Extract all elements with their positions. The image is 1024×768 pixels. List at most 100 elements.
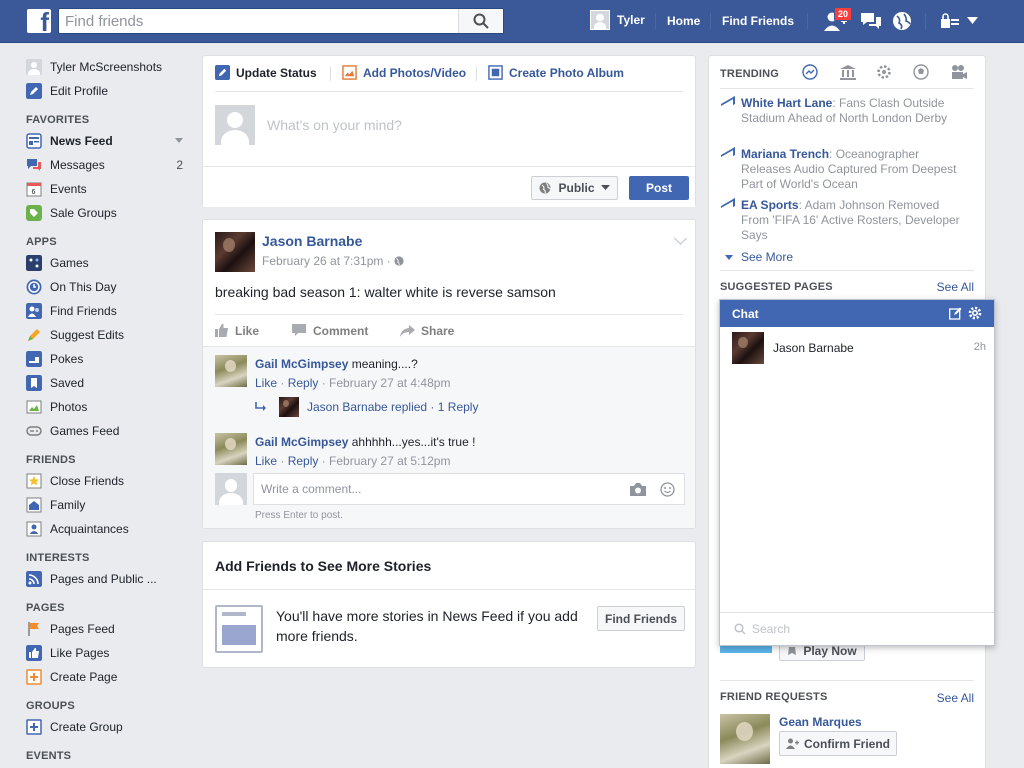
comment-button[interactable]: Comment: [292, 324, 400, 338]
privacy-lock-icon[interactable]: [940, 13, 960, 29]
write-comment-box: [253, 473, 685, 505]
messages-icon[interactable]: [859, 11, 883, 31]
sidebar-item-suggest-edits[interactable]: Suggest Edits: [26, 323, 188, 347]
tab-add-photos-video[interactable]: Add Photos/Video: [342, 65, 466, 80]
facebook-logo[interactable]: f: [27, 9, 51, 33]
friend-request-name[interactable]: Gean Marques: [779, 715, 862, 729]
left-nav-profile[interactable]: Tyler McScreenshots: [26, 55, 188, 79]
trending-item[interactable]: White Hart Lane: Fans Clash Outside Stad…: [720, 96, 970, 126]
comment-author-avatar[interactable]: [215, 355, 247, 387]
news-feed-illustration-icon: [215, 605, 263, 653]
nav-find-friends-link[interactable]: Find Friends: [722, 14, 794, 28]
comment-input[interactable]: [254, 475, 630, 503]
bookmark-icon: [26, 375, 42, 391]
sidebar-item-family[interactable]: Family: [26, 493, 188, 517]
sidebar-item-label: Games: [50, 256, 89, 270]
sidebar-item-pages-feed[interactable]: Pages Feed: [26, 617, 188, 641]
photo-video-icon: [342, 65, 357, 80]
chat-contact-last-active: 2h: [973, 341, 986, 353]
clock-history-icon: [26, 279, 42, 295]
comment-body: Gail McGimpsey ahhhhh...yes...it's true …: [255, 434, 675, 450]
chat-title: Chat: [732, 307, 759, 321]
sidebar-item-like-pages[interactable]: Like Pages: [26, 641, 188, 665]
tab-create-photo-album[interactable]: Create Photo Album: [488, 65, 624, 80]
post-options-chevron-icon[interactable]: [674, 232, 687, 245]
replies-summary[interactable]: Jason Barnabe replied · 1 Reply: [255, 397, 478, 417]
post-author-avatar[interactable]: [215, 232, 255, 272]
entertainment-camera-icon[interactable]: [950, 64, 968, 80]
privacy-selector-button[interactable]: Public: [531, 176, 618, 200]
sidebar-item-label: Suggest Edits: [50, 328, 125, 342]
sidebar-item-find-friends[interactable]: Find Friends: [26, 299, 188, 323]
sidebar-item-sale-groups[interactable]: Sale Groups: [26, 201, 188, 225]
sidebar-item-create-page[interactable]: Create Page: [26, 665, 188, 689]
chat-contact[interactable]: Jason Barnabe 2h: [732, 332, 986, 364]
sidebar-item-news-feed[interactable]: News Feed: [26, 129, 188, 153]
politics-building-icon[interactable]: [839, 64, 857, 80]
sports-ball-icon[interactable]: [913, 64, 929, 80]
sidebar-item-on-this-day[interactable]: On This Day: [26, 275, 188, 299]
comment-timestamp[interactable]: February 27 at 5:12pm: [329, 454, 450, 468]
emoji-icon[interactable]: [660, 481, 675, 497]
science-gear-icon[interactable]: [876, 64, 892, 80]
sidebar-item-photos[interactable]: Photos: [26, 395, 188, 419]
chat-header[interactable]: Chat: [720, 300, 994, 327]
nav-home-link[interactable]: Home: [667, 14, 700, 28]
feed-post: Jason Barnabe February 26 at 7:31pm · br…: [202, 219, 696, 529]
comment-like-link[interactable]: Like: [255, 376, 277, 390]
notifications-globe-icon[interactable]: [892, 11, 912, 31]
sidebar-item-close-friends[interactable]: Close Friends: [26, 469, 188, 493]
like-button[interactable]: Like: [215, 324, 292, 338]
search-input[interactable]: [59, 9, 454, 33]
share-button[interactable]: Share: [400, 324, 454, 338]
find-friends-button[interactable]: Find Friends: [597, 606, 685, 631]
comment-author-name[interactable]: Gail McGimpsey: [255, 357, 348, 371]
post-time-text[interactable]: February 26 at 7:31pm: [262, 254, 383, 268]
camera-icon[interactable]: [630, 482, 646, 496]
comment-meta: Like · Reply · February 27 at 4:48pm: [255, 376, 450, 390]
friend-request-avatar[interactable]: [720, 714, 770, 764]
profile-name: Tyler McScreenshots: [50, 60, 163, 74]
sidebar-item-messages[interactable]: Messages 2: [26, 153, 188, 177]
friend-requests-see-all-link[interactable]: See All: [937, 691, 974, 705]
sidebar-item-events[interactable]: 6 Events: [26, 177, 188, 201]
left-nav-edit-profile[interactable]: Edit Profile: [26, 79, 188, 103]
trending-item[interactable]: EA Sports: Adam Johnson Removed From 'FI…: [720, 198, 970, 243]
status-input[interactable]: What's on your mind?: [267, 117, 402, 133]
search-button[interactable]: [458, 9, 503, 33]
favorites-heading: FAVORITES: [26, 114, 90, 126]
tab-update-status[interactable]: Update Status: [215, 65, 317, 80]
trending-item[interactable]: Mariana Trench: Oceanographer Releases A…: [720, 147, 970, 192]
new-message-edit-icon[interactable]: [949, 307, 962, 320]
sidebar-item-saved[interactable]: Saved: [26, 371, 188, 395]
comment-reply-link[interactable]: Reply: [288, 376, 319, 390]
composer-divider: [215, 91, 683, 92]
post-button[interactable]: Post: [629, 176, 689, 200]
sidebar-item-acquaintances[interactable]: Acquaintances: [26, 517, 188, 541]
confirm-friend-button[interactable]: Confirm Friend: [779, 731, 897, 756]
sidebar-item-label: Sale Groups: [50, 206, 117, 220]
sidebar-item-pages-public[interactable]: Pages and Public ...: [26, 567, 188, 591]
account-menu-chevron-icon[interactable]: [967, 17, 978, 25]
chat-settings-gear-icon[interactable]: [968, 306, 982, 320]
sidebar-item-label: Pages Feed: [50, 622, 115, 636]
suggested-pages-see-all-link[interactable]: See All: [937, 280, 974, 294]
comment-author-name[interactable]: Gail McGimpsey: [255, 435, 348, 449]
news-feed-options-chevron-icon[interactable]: [175, 138, 183, 143]
sidebar-item-games[interactable]: Games: [26, 251, 188, 275]
sidebar-item-games-feed[interactable]: Games Feed: [26, 419, 188, 443]
interests-heading: INTERESTS: [26, 552, 90, 564]
photo-album-icon: [488, 65, 503, 80]
sidebar-item-create-group[interactable]: Create Group: [26, 715, 188, 739]
comment-text: meaning....?: [351, 357, 418, 371]
comment-author-avatar[interactable]: [215, 433, 247, 465]
post-author-name[interactable]: Jason Barnabe: [262, 233, 362, 249]
comment-like-link[interactable]: Like: [255, 454, 277, 468]
trending-see-more-link[interactable]: See More: [725, 250, 793, 264]
trending-top-icon[interactable]: [802, 64, 818, 80]
sidebar-item-pokes[interactable]: Pokes: [26, 347, 188, 371]
nav-profile-link[interactable]: Tyler: [590, 10, 645, 30]
comment-timestamp[interactable]: February 27 at 4:48pm: [329, 376, 450, 390]
comment-reply-link[interactable]: Reply: [288, 454, 319, 468]
chat-search-input[interactable]: [752, 622, 952, 636]
